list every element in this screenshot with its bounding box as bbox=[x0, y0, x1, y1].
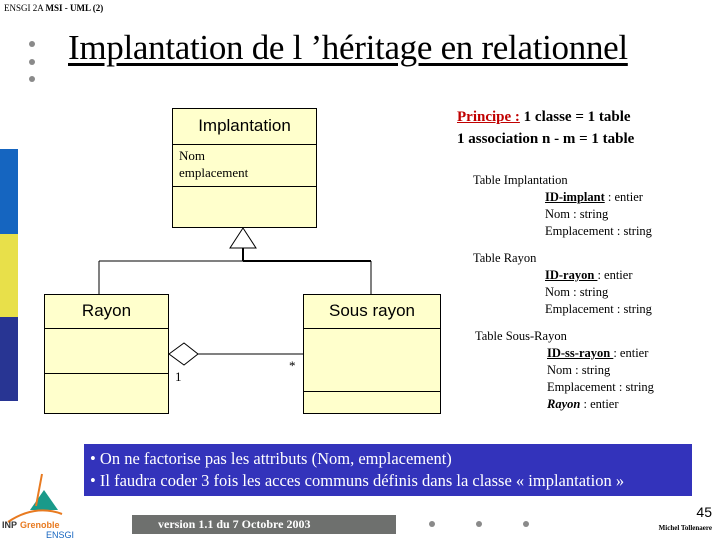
primary-key: ID-implant bbox=[545, 190, 605, 204]
class-attributes bbox=[304, 329, 440, 392]
table-title: Table Rayon bbox=[473, 251, 537, 265]
version-bar: version 1.1 du 7 Octobre 2003 bbox=[132, 515, 396, 534]
table-field: Nom : string bbox=[475, 362, 654, 379]
field-type: : string bbox=[572, 363, 611, 377]
note-line: • Il faudra coder 3 fois les acces commu… bbox=[90, 471, 625, 490]
class-name: Implantation bbox=[173, 109, 316, 145]
table-field: Emplacement : string bbox=[475, 379, 654, 396]
foreign-key: Rayon bbox=[547, 397, 581, 411]
aggregation-diamond-icon bbox=[168, 342, 199, 366]
table-field: ID-ss-rayon : entier bbox=[475, 345, 654, 362]
table-field: Rayon : entier bbox=[475, 396, 654, 413]
table-field: Nom : string bbox=[473, 284, 652, 301]
field-name: Emplacement bbox=[545, 302, 614, 316]
field-name: Emplacement bbox=[545, 224, 614, 238]
principle-line-2: 1 association n - m = 1 table bbox=[457, 131, 635, 147]
note-box: • On ne factorise pas les attributs (Nom… bbox=[84, 444, 692, 496]
principle-line-1: Principe : 1 classe = 1 table bbox=[457, 106, 634, 128]
field-type: : string bbox=[613, 224, 652, 238]
field-name: Emplacement bbox=[547, 380, 616, 394]
footer-dot-icon bbox=[523, 521, 529, 527]
table-title: Table Implantation bbox=[473, 173, 568, 187]
table-schema-sous-rayon: Table Sous-Rayon ID-ss-rayon : entier No… bbox=[475, 328, 654, 413]
primary-key: ID-rayon bbox=[545, 268, 598, 282]
field-type: : entier bbox=[604, 190, 643, 204]
class-attributes: Nom emplacement bbox=[173, 145, 316, 187]
table-schema-rayon: Table Rayon ID-rayon : entier Nom : stri… bbox=[473, 250, 652, 318]
field-type: : string bbox=[570, 285, 609, 299]
generalization-arrow-icon bbox=[229, 227, 257, 249]
field-name: Nom bbox=[545, 207, 570, 221]
field-type: : entier bbox=[580, 397, 619, 411]
class-attribute: Nom bbox=[179, 148, 205, 163]
class-name: Sous rayon bbox=[304, 295, 440, 329]
footer-dot-icon bbox=[476, 521, 482, 527]
table-field: ID-rayon : entier bbox=[473, 267, 652, 284]
logo-text-bottom: ENSGI bbox=[46, 530, 74, 540]
table-field: Nom : string bbox=[473, 206, 652, 223]
field-type: : string bbox=[613, 302, 652, 316]
principle-text-1: 1 classe = 1 table bbox=[519, 109, 631, 125]
principle-label: Principe : bbox=[457, 109, 520, 125]
logo-text-top: INP bbox=[2, 520, 17, 530]
table-field: Emplacement : string bbox=[473, 301, 652, 318]
logo-triangle-icon bbox=[30, 490, 58, 510]
primary-key: ID-ss-rayon bbox=[547, 346, 614, 360]
table-field: Emplacement : string bbox=[473, 223, 652, 240]
svg-text:Grenoble: Grenoble bbox=[20, 520, 60, 530]
field-name: Nom bbox=[547, 363, 572, 377]
page-number: 45 bbox=[696, 504, 712, 520]
field-type: : entier bbox=[613, 346, 649, 360]
footer-dot-icon bbox=[429, 521, 435, 527]
table-title: Table Sous-Rayon bbox=[475, 329, 567, 343]
field-type: : string bbox=[615, 380, 654, 394]
field-type: : string bbox=[570, 207, 609, 221]
class-attribute: emplacement bbox=[179, 165, 249, 180]
multiplicity-left: 1 bbox=[175, 369, 182, 384]
table-schema-implantation: Table Implantation ID-implant : entier N… bbox=[473, 172, 652, 240]
author-name: Michel Tollenaere bbox=[658, 524, 712, 532]
inp-grenoble-logo: INP Grenoble ENSGI bbox=[2, 473, 74, 540]
class-attributes bbox=[45, 329, 168, 374]
table-field: ID-implant : entier bbox=[473, 189, 652, 206]
uml-class-sous-rayon[interactable]: Sous rayon bbox=[303, 294, 441, 414]
note-line: • On ne factorise pas les attributs (Nom… bbox=[90, 449, 452, 468]
class-name: Rayon bbox=[45, 295, 168, 329]
field-type: : entier bbox=[597, 268, 633, 282]
principle-box: Principe : 1 classe = 1 table 1 associat… bbox=[457, 106, 634, 150]
uml-class-implantation[interactable]: Implantation Nom emplacement bbox=[172, 108, 317, 228]
uml-class-rayon[interactable]: Rayon bbox=[44, 294, 169, 414]
field-name: Nom bbox=[545, 285, 570, 299]
multiplicity-right: * bbox=[289, 358, 296, 373]
